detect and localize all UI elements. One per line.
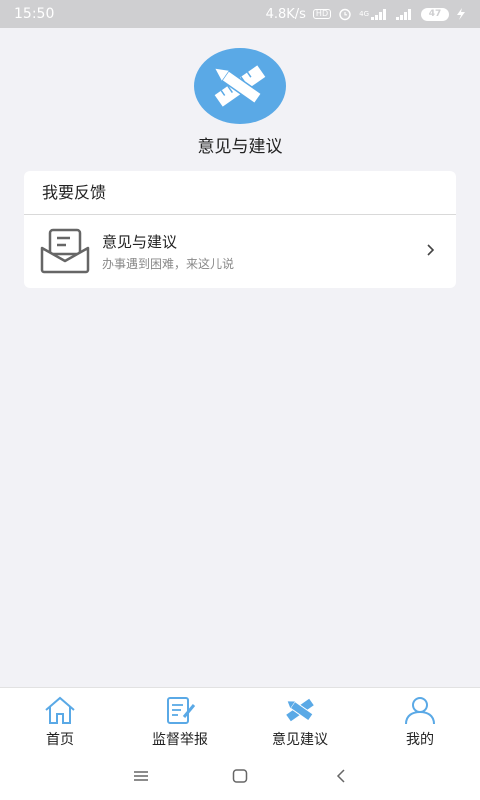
tab-label-mine: 我的 bbox=[406, 732, 434, 748]
report-icon bbox=[167, 697, 196, 724]
feedback-card: 我要反馈 意见与建议 办事遇到困难，来这儿说 bbox=[24, 171, 456, 288]
pencil-ruler-icon bbox=[214, 65, 266, 107]
network-speed: 4.8K/s bbox=[265, 6, 306, 22]
feedback-text: 意见与建议 办事遇到困难，来这儿说 bbox=[102, 231, 234, 272]
tab-label-home: 首页 bbox=[46, 732, 74, 748]
signal-icon bbox=[371, 9, 386, 20]
network-type: 4G bbox=[359, 9, 369, 18]
tab-report[interactable]: 监督举报 bbox=[120, 688, 240, 751]
hd-icon: HD bbox=[312, 9, 332, 19]
page-title: 意见与建议 bbox=[197, 137, 283, 157]
page-header: 意见与建议 bbox=[0, 48, 480, 157]
logo bbox=[194, 48, 286, 124]
bottom-tab-bar: 首页 监督举报 意见建议 我的 bbox=[0, 687, 480, 751]
system-nav-bar bbox=[0, 751, 480, 800]
home-button-icon[interactable] bbox=[231, 767, 249, 785]
card-title: 我要反馈 bbox=[24, 171, 456, 215]
tab-home[interactable]: 首页 bbox=[0, 688, 120, 751]
chevron-right-icon bbox=[427, 244, 435, 256]
tab-label-report: 监督举报 bbox=[152, 732, 208, 748]
charging-icon bbox=[457, 8, 465, 20]
menu-icon[interactable] bbox=[132, 767, 150, 785]
feedback-list-item[interactable]: 意见与建议 办事遇到困难，来这儿说 bbox=[24, 215, 456, 287]
back-icon[interactable] bbox=[333, 767, 351, 785]
home-icon bbox=[45, 696, 75, 724]
status-bar: 15:50 4.8K/s HD 4G 47 bbox=[0, 0, 480, 28]
feedback-item-title: 意见与建议 bbox=[102, 232, 178, 251]
alarm-icon bbox=[339, 8, 351, 21]
battery-icon: 47 bbox=[421, 7, 449, 21]
signal-icon-2 bbox=[396, 9, 411, 20]
user-icon bbox=[405, 697, 435, 725]
status-indicators: 4.8K/s HD 4G 47 bbox=[266, 7, 466, 22]
pencil-ruler-icon bbox=[286, 698, 314, 722]
mailbox-icon bbox=[40, 228, 90, 274]
feedback-item-subtitle: 办事遇到困难，来这儿说 bbox=[102, 256, 235, 271]
tab-mine[interactable]: 我的 bbox=[360, 688, 480, 751]
tab-label-suggestion: 意见建议 bbox=[272, 732, 328, 748]
status-time: 15:50 bbox=[14, 6, 55, 22]
tab-suggestion[interactable]: 意见建议 bbox=[240, 688, 360, 751]
